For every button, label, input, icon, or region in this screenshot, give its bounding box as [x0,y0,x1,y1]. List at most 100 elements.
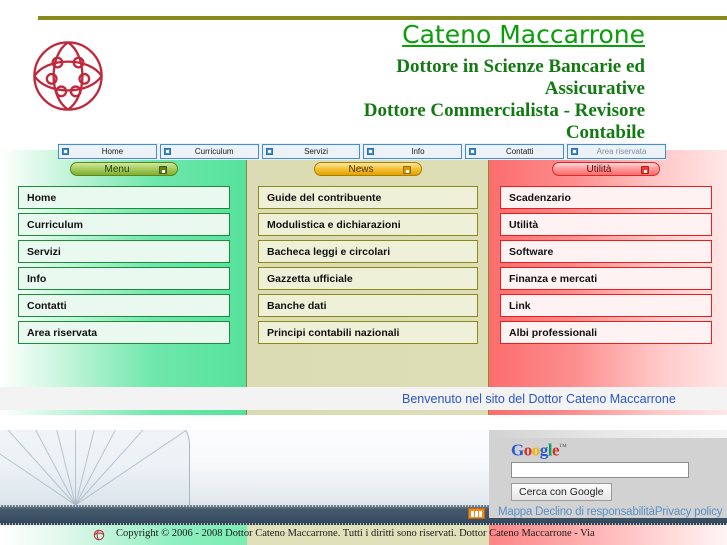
menu-item-label: Curriculum [27,218,84,231]
utilita-item-label: Albi professionali [509,326,598,339]
nav-item-label: Contatti [505,147,534,156]
ornamental-circle-logo [20,28,116,124]
news-item-label: Principi contabili nazionali [267,326,400,339]
utilita-item-link[interactable]: Link [500,294,712,317]
menu-column-heading[interactable]: Menu [70,162,178,176]
header-subtitle-line-2: Assicurative [544,78,645,99]
nav-item-label: Info [411,147,425,156]
site-header: Cateno Maccarrone Dottore in Scienze Ban… [0,20,727,150]
news-item-label: Bacheca leggi e circolari [267,245,391,258]
google-logo-letter: o [523,440,533,460]
nav-item-servizi[interactable]: Servizi [261,144,361,159]
utilita-heading-label: Utilità [586,163,612,175]
link-declino-responsabilita[interactable]: Declino di responsabilità [535,506,655,518]
bullet-square-icon [62,148,69,155]
menu-item-home[interactable]: Home [18,186,230,209]
header-subtitle-line-1: Dottore in Scienze Bancarie ed [396,56,645,77]
header-title-block: Cateno Maccarrone Dottore in Scienze Ban… [225,20,645,144]
header-subtitle-line-3: Dottore Commercialista - Revisore [363,100,645,121]
nav-item-contatti[interactable]: Contatti [465,144,565,159]
nav-item-home[interactable]: Home [58,144,157,159]
bullet-square-icon [163,148,171,155]
column-divider-left [246,150,247,415]
site-footer: Copyright © 2006 - 2008 Dottor Cateno Ma… [0,525,727,545]
nav-item-info[interactable]: Info [363,144,463,159]
utilita-item-finanza-e-mercati[interactable]: Finanza e mercati [500,267,712,290]
welcome-marquee-text: Benvenuto nel sito del Dottor Cateno Mac… [402,391,676,406]
menu-item-info[interactable]: Info [18,267,230,290]
google-search-panel: Google™ Cerca con Google [489,430,727,518]
utilita-item-label: Finanza e mercati [509,272,598,285]
page-title: Cateno Maccarrone [402,20,645,49]
google-search-button[interactable]: Cerca con Google [511,483,612,501]
news-column-heading[interactable]: News [314,162,422,176]
menu-item-label: Info [27,272,47,285]
news-item-gazzetta-ufficiale[interactable]: Gazzetta ufficiale [258,267,478,290]
trademark-symbol: ™ [559,442,567,451]
news-item-principi-contabili-nazionali[interactable]: Principi contabili nazionali [258,321,478,344]
utilita-column-heading[interactable]: Utilità [552,162,660,176]
utilita-item-albi-professionali[interactable]: Albi professionali [500,321,712,344]
google-search-input[interactable] [511,462,689,478]
welcome-marquee: Benvenuto nel sito del Dottor Cateno Mac… [0,387,727,410]
bullet-square-icon [469,148,477,155]
books-icon [468,508,485,519]
menu-item-contatti[interactable]: Contatti [18,294,230,317]
google-logo-letter: g [539,440,549,460]
top-navigation: Home Curriculum Servizi Info Contatti Ar… [58,143,666,160]
nav-item-label: Home [101,147,124,156]
bullet-square-icon [571,148,579,155]
news-item-label: Gazzetta ufficiale [267,272,353,285]
glass-dome-graphic [0,430,190,505]
news-heading-label: News [348,163,374,175]
utilita-item-label: Software [509,245,554,258]
bullet-square-icon [265,148,273,155]
menu-item-label: Servizi [27,245,61,258]
header-subtitle-line-4: Contabile [565,122,645,143]
nav-item-area-riservata[interactable]: Area riservata [567,144,666,159]
news-item-bacheca-leggi-e-circolari[interactable]: Bacheca leggi e circolari [258,240,478,263]
google-panel-top-fade [489,430,727,438]
header-subtitle: Dottore in Scienze Bancarie ed Assicurat… [225,56,645,144]
news-item-label: Modulistica e dichiarazioni [267,218,401,231]
bullet-square-icon [367,148,375,155]
nav-item-label: Curriculum [194,147,234,156]
column-divider-right [488,150,489,415]
news-item-modulistica-e-dichiarazioni[interactable]: Modulistica e dichiarazioni [258,213,478,236]
menu-heading-label: Menu [104,163,130,175]
utilita-item-software[interactable]: Software [500,240,712,263]
menu-item-label: Contatti [27,299,67,312]
menu-item-area-riservata[interactable]: Area riservata [18,321,230,344]
news-item-guide-del-contribuente[interactable]: Guide del contribuente [258,186,478,209]
news-column: News Guide del contribuente Modulistica … [258,162,478,348]
bullet-square-icon [641,166,649,174]
menu-item-servizi[interactable]: Servizi [18,240,230,263]
news-item-label: Banche dati [267,299,327,312]
google-logo: Google™ [511,438,727,460]
bullet-square-icon [159,166,167,174]
footer-copyright: Copyright © 2006 - 2008 Dottor Cateno Ma… [116,528,595,539]
google-logo-letter: e [551,440,560,460]
bullet-square-icon [403,166,411,174]
link-mappa[interactable]: Mappa [498,506,532,518]
nav-item-label: Servizi [304,147,329,156]
utilita-column: Utilità Scadenzario Utilità Software Fin… [500,162,712,348]
menu-item-curriculum[interactable]: Curriculum [18,213,230,236]
google-logo-letter: o [531,440,541,460]
utilita-item-label: Link [509,299,531,312]
google-footer-links: Mappa Declino di responsabilitàPrivacy p… [498,506,727,518]
menu-column: Menu Home Curriculum Servizi Info Contat… [18,162,230,348]
nav-item-curriculum[interactable]: Curriculum [159,144,259,159]
utilita-item-scadenzario[interactable]: Scadenzario [500,186,712,209]
utilita-item-label: Utilità [509,218,539,231]
utilita-item-label: Scadenzario [509,191,571,204]
menu-item-label: Area riservata [27,326,98,339]
footer-logo-icon [92,528,106,542]
google-logo-letter: G [511,440,524,460]
link-privacy-policy[interactable]: Privacy policy [655,506,723,518]
news-item-banche-dati[interactable]: Banche dati [258,294,478,317]
utilita-item-utilita[interactable]: Utilità [500,213,712,236]
page-root: Cateno Maccarrone Dottore in Scienze Ban… [0,0,727,545]
nav-item-label: Area riservata [596,147,647,156]
menu-item-label: Home [27,191,57,204]
